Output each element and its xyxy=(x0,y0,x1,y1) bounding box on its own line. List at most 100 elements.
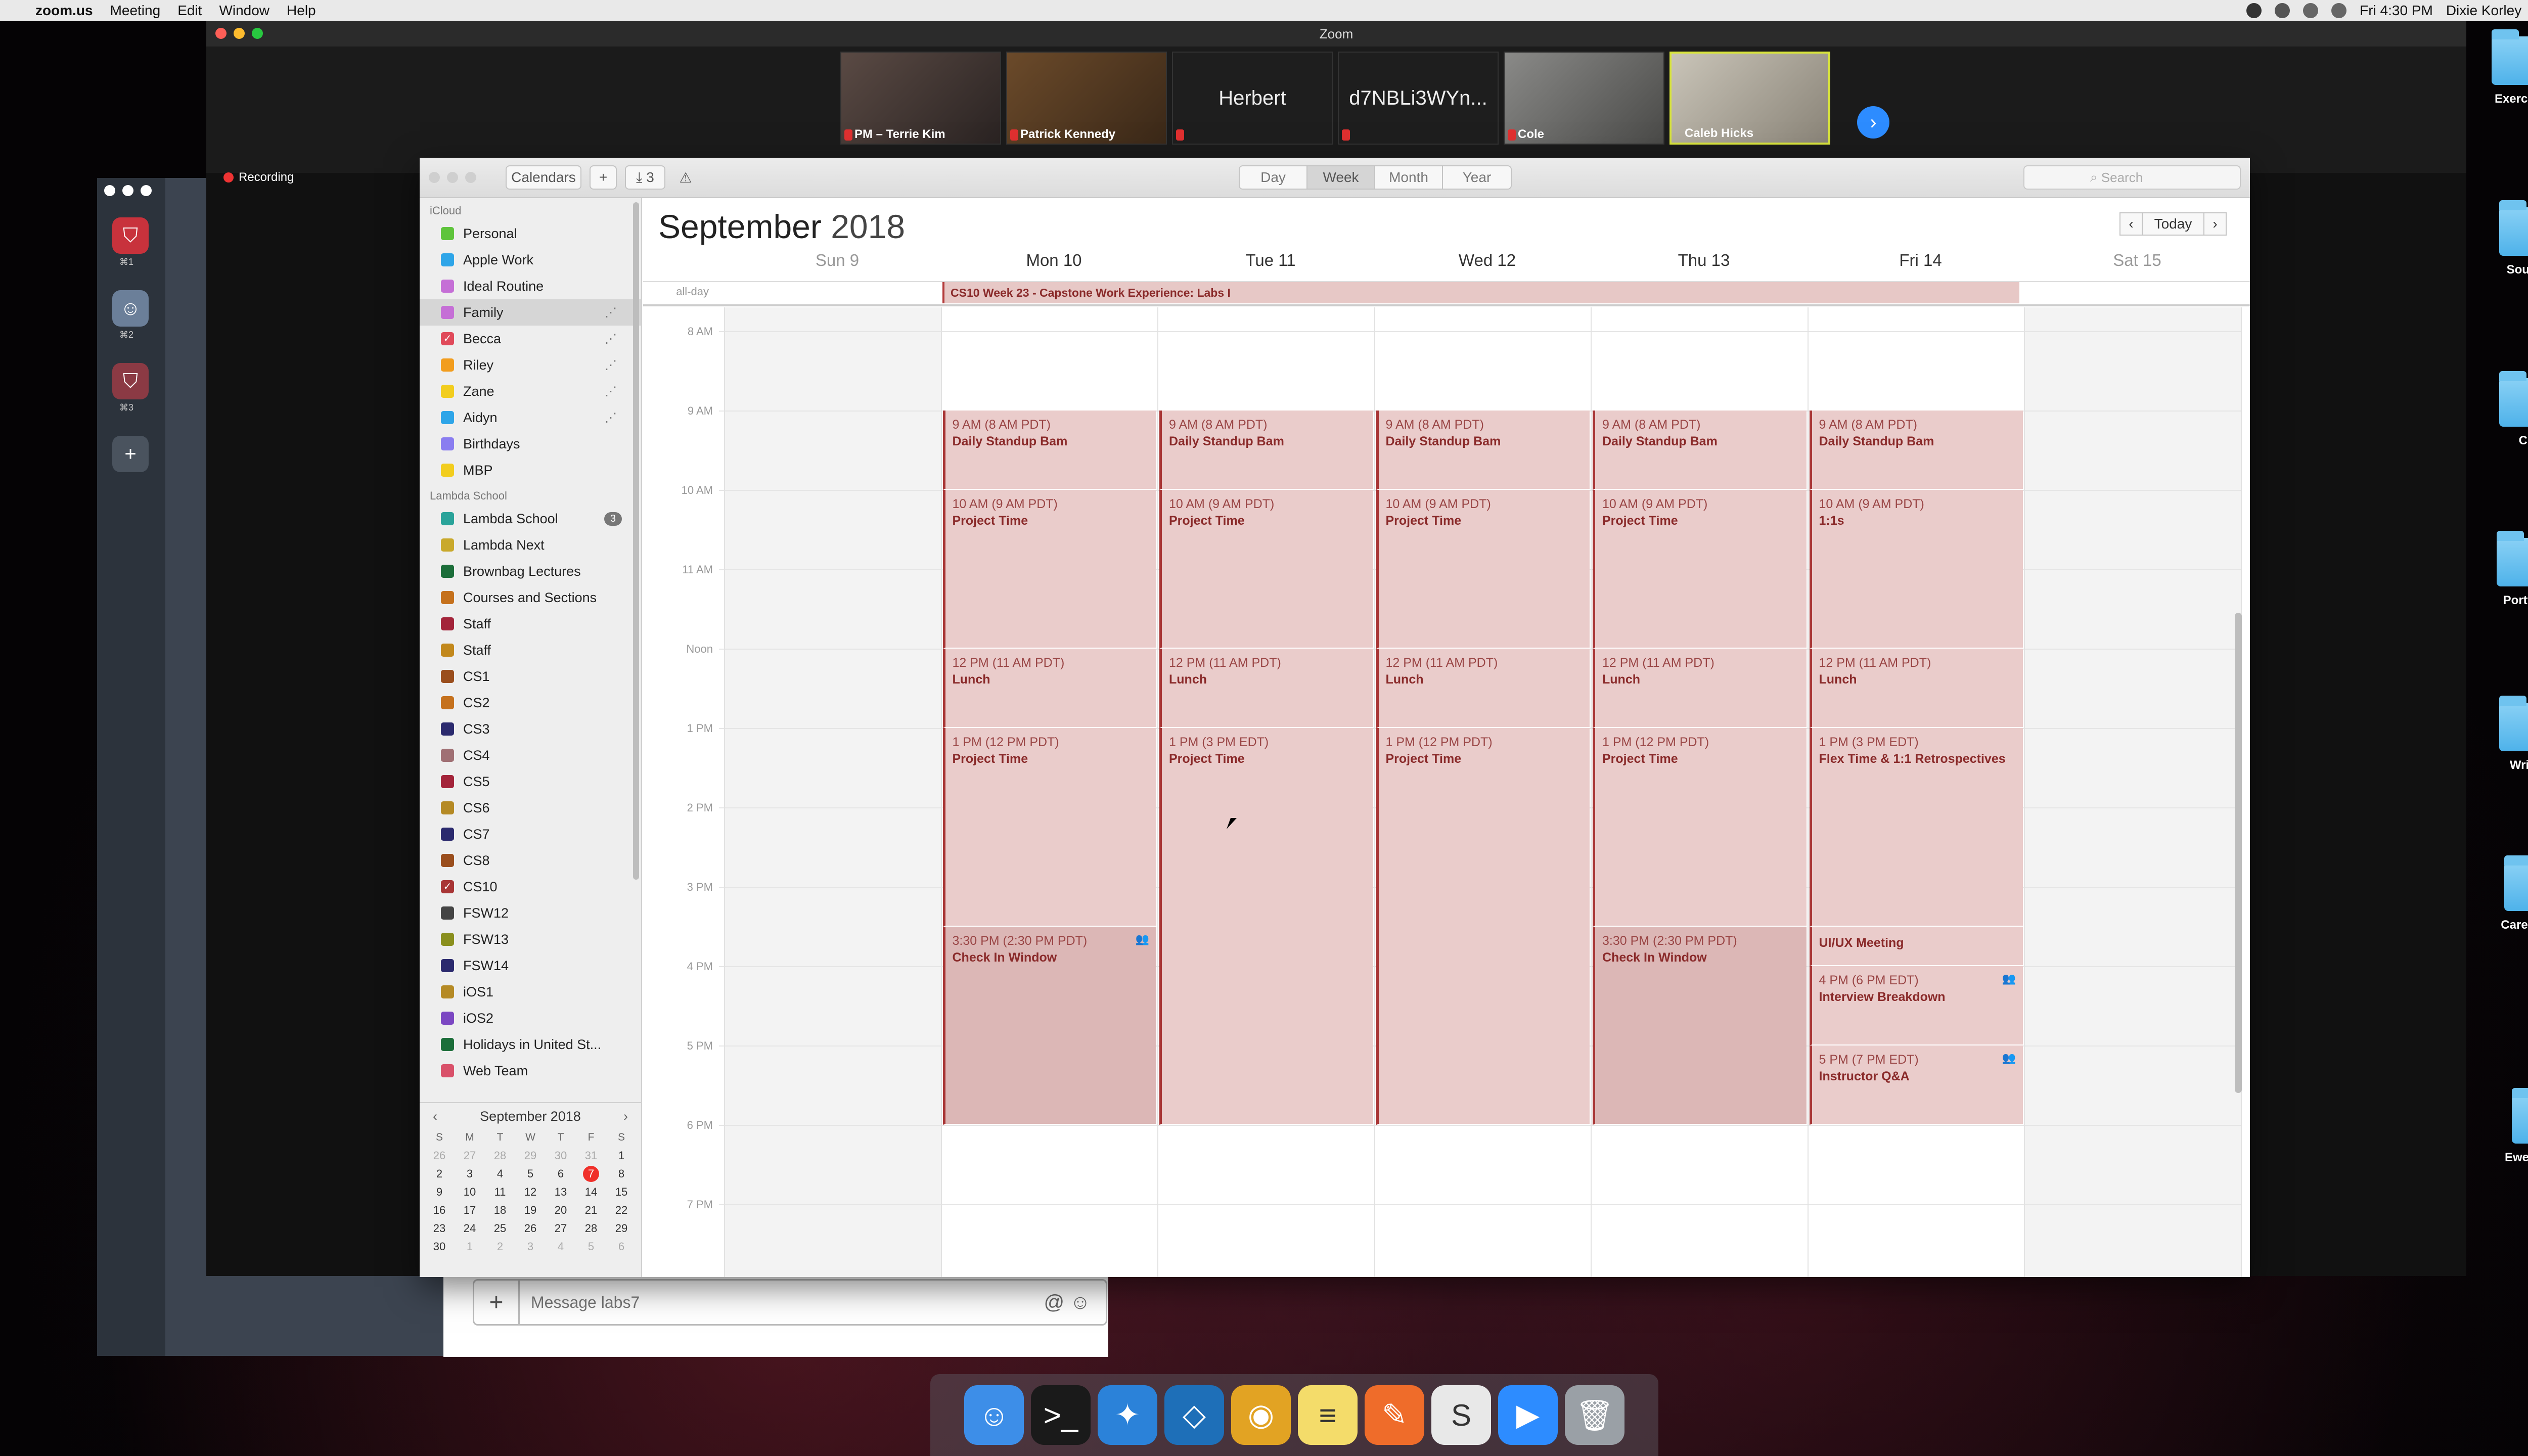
mini-day[interactable]: 11 xyxy=(485,1184,515,1200)
calendar-event[interactable]: 1 PM (12 PM PDT) Project Time xyxy=(942,728,1156,927)
mini-day[interactable]: 3 xyxy=(455,1166,485,1182)
week-scrollbar[interactable] xyxy=(2235,613,2242,1093)
calendar-event[interactable]: 10 AM (9 AM PDT) Project Time xyxy=(1376,490,1590,649)
calendar-event[interactable]: 12 PM (11 AM PDT) Lunch xyxy=(1376,649,1590,729)
view-day-tab[interactable]: Day xyxy=(1240,166,1307,189)
calendar-color-checkbox[interactable] xyxy=(441,854,454,867)
calendar-color-checkbox[interactable] xyxy=(441,591,454,604)
calendar-item[interactable]: Riley ⋰ xyxy=(420,352,641,378)
mini-day[interactable]: 22 xyxy=(606,1202,637,1218)
calendar-color-checkbox[interactable] xyxy=(441,722,454,736)
mini-day[interactable]: 30 xyxy=(424,1239,455,1255)
desktop-folder[interactable]: Ewe Lessons xyxy=(2495,1088,2528,1165)
calendar-item[interactable]: Ideal Routine xyxy=(420,273,641,299)
trash-icon[interactable]: 🗑 xyxy=(1565,1385,1624,1445)
mini-day[interactable]: 19 xyxy=(515,1202,546,1218)
calendar-item[interactable]: CS7 xyxy=(420,821,641,847)
calendar-event[interactable]: 3:30 PM (2:30 PM PDT) Check In Window 👥 xyxy=(942,926,1156,1125)
calendar-event[interactable]: 9 AM (8 AM PDT) Daily Standup Bam xyxy=(1809,411,2023,490)
calendar-item[interactable]: FSW14 xyxy=(420,952,641,979)
calendar-color-checkbox[interactable] xyxy=(441,538,454,552)
mini-day[interactable]: 31 xyxy=(576,1148,606,1164)
calendar-event[interactable]: 12 PM (11 AM PDT) Lunch xyxy=(1159,649,1373,729)
calendar-color-checkbox[interactable] xyxy=(441,696,454,709)
calendar-item[interactable]: Birthdays xyxy=(420,431,641,457)
mini-day[interactable]: 1 xyxy=(455,1239,485,1255)
today-button[interactable]: Today xyxy=(2143,212,2203,236)
calendar-color-checkbox[interactable] xyxy=(441,464,454,477)
notes-icon[interactable]: ≡ xyxy=(1298,1385,1358,1445)
calendar-event[interactable]: 10 AM (9 AM PDT) Project Time xyxy=(1593,490,1807,649)
zoom-status-icon[interactable] xyxy=(2246,3,2262,18)
mini-day[interactable]: 12 xyxy=(515,1184,546,1200)
mini-day[interactable]: 13 xyxy=(546,1184,576,1200)
calendar-color-checkbox[interactable]: ✓ xyxy=(441,332,454,345)
mini-day[interactable]: 16 xyxy=(424,1202,455,1218)
slack-icon[interactable]: S xyxy=(1431,1385,1491,1445)
desktop-folder[interactable]: Exercises xyxy=(2475,29,2528,106)
mini-day[interactable]: 6 xyxy=(606,1239,637,1255)
dropbox-icon[interactable] xyxy=(2275,3,2290,18)
day-header[interactable]: Sat 15 xyxy=(2029,251,2245,270)
calendar-event[interactable]: 4 PM (6 PM EDT) Interview Breakdown 👥 xyxy=(1809,966,2023,1046)
calendar-item[interactable]: ✓ Becca ⋰ xyxy=(420,326,641,352)
calendar-item[interactable]: CS3 xyxy=(420,716,641,742)
calendar-item[interactable]: FSW13 xyxy=(420,926,641,952)
calendar-event[interactable]: UI/UX Meeting xyxy=(1809,926,2023,967)
calendar-color-checkbox[interactable] xyxy=(441,644,454,657)
day-header[interactable]: Wed 12 xyxy=(1379,251,1596,270)
calendar-event[interactable]: 12 PM (11 AM PDT) Lunch xyxy=(1809,649,2023,729)
mini-day[interactable]: 20 xyxy=(546,1202,576,1218)
mini-day[interactable]: 21 xyxy=(576,1202,606,1218)
mini-day[interactable]: 14 xyxy=(576,1184,606,1200)
calendar-event[interactable]: 9 AM (8 AM PDT) Daily Standup Bam xyxy=(942,411,1156,490)
calendar-item[interactable]: ✓ CS10 xyxy=(420,874,641,900)
mini-day[interactable]: 27 xyxy=(455,1148,485,1164)
calendar-color-checkbox[interactable] xyxy=(441,749,454,762)
calendar-color-checkbox[interactable] xyxy=(441,385,454,398)
calendar-color-checkbox[interactable] xyxy=(441,253,454,266)
all-day-event[interactable]: CS10 Week 23 - Capstone Work Experience:… xyxy=(942,282,2019,303)
next-page-arrow-icon[interactable]: › xyxy=(1857,106,1889,139)
calendar-item[interactable]: Staff xyxy=(420,611,641,637)
mini-day[interactable]: 15 xyxy=(606,1184,637,1200)
mini-day[interactable]: 29 xyxy=(515,1148,546,1164)
calendar-color-checkbox[interactable] xyxy=(441,1038,454,1051)
calendar-event[interactable]: 9 AM (8 AM PDT) Daily Standup Bam xyxy=(1376,411,1590,490)
calendar-color-checkbox[interactable] xyxy=(441,801,454,814)
calendar-color-checkbox[interactable] xyxy=(441,670,454,683)
slack-attach-button[interactable]: + xyxy=(474,1281,520,1324)
view-month-tab[interactable]: Month xyxy=(1375,166,1443,189)
calendar-item[interactable]: CS1 xyxy=(420,663,641,690)
cal-fullscreen-icon[interactable] xyxy=(465,172,476,183)
menu-help[interactable]: Help xyxy=(287,3,316,19)
mini-day[interactable]: 29 xyxy=(606,1220,637,1237)
wifi-icon[interactable] xyxy=(2303,3,2319,18)
calendar-item[interactable]: Brownbag Lectures xyxy=(420,558,641,584)
menu-window[interactable]: Window xyxy=(219,3,269,19)
mini-day[interactable]: 7 xyxy=(576,1166,606,1182)
mini-today-marker[interactable]: 7 xyxy=(583,1166,599,1182)
calendar-item[interactable]: Web Team xyxy=(420,1058,641,1084)
add-workspace-icon[interactable]: + xyxy=(112,436,149,472)
sidebar-scrollbar[interactable] xyxy=(633,202,639,880)
workspace-lambda-icon[interactable]: ⛉ xyxy=(112,217,149,254)
mini-day[interactable]: 4 xyxy=(485,1166,515,1182)
mini-day[interactable]: 23 xyxy=(424,1220,455,1237)
participant-tile[interactable]: PM – Terrie Kim xyxy=(840,52,1001,145)
mini-day[interactable]: 3 xyxy=(515,1239,546,1255)
menu-clock[interactable]: Fri 4:30 PM xyxy=(2360,3,2433,19)
safari-icon[interactable]: ✦ xyxy=(1098,1385,1157,1445)
calendar-color-checkbox[interactable] xyxy=(441,411,454,424)
calendar-item[interactable]: Aidyn ⋰ xyxy=(420,404,641,431)
view-year-tab[interactable]: Year xyxy=(1443,166,1511,189)
calendar-item[interactable]: Zane ⋰ xyxy=(420,378,641,404)
calendar-item[interactable]: Lambda Next xyxy=(420,532,641,558)
calendar-color-checkbox[interactable] xyxy=(441,306,454,319)
calendar-color-checkbox[interactable] xyxy=(441,959,454,972)
finder-icon[interactable]: ☺ xyxy=(964,1385,1024,1445)
slack-mention-emoji-icons[interactable]: @ ☺ xyxy=(1044,1291,1091,1314)
day-header[interactable]: Sun 9 xyxy=(729,251,945,270)
calendar-color-checkbox[interactable] xyxy=(441,617,454,630)
mini-day[interactable]: 4 xyxy=(546,1239,576,1255)
